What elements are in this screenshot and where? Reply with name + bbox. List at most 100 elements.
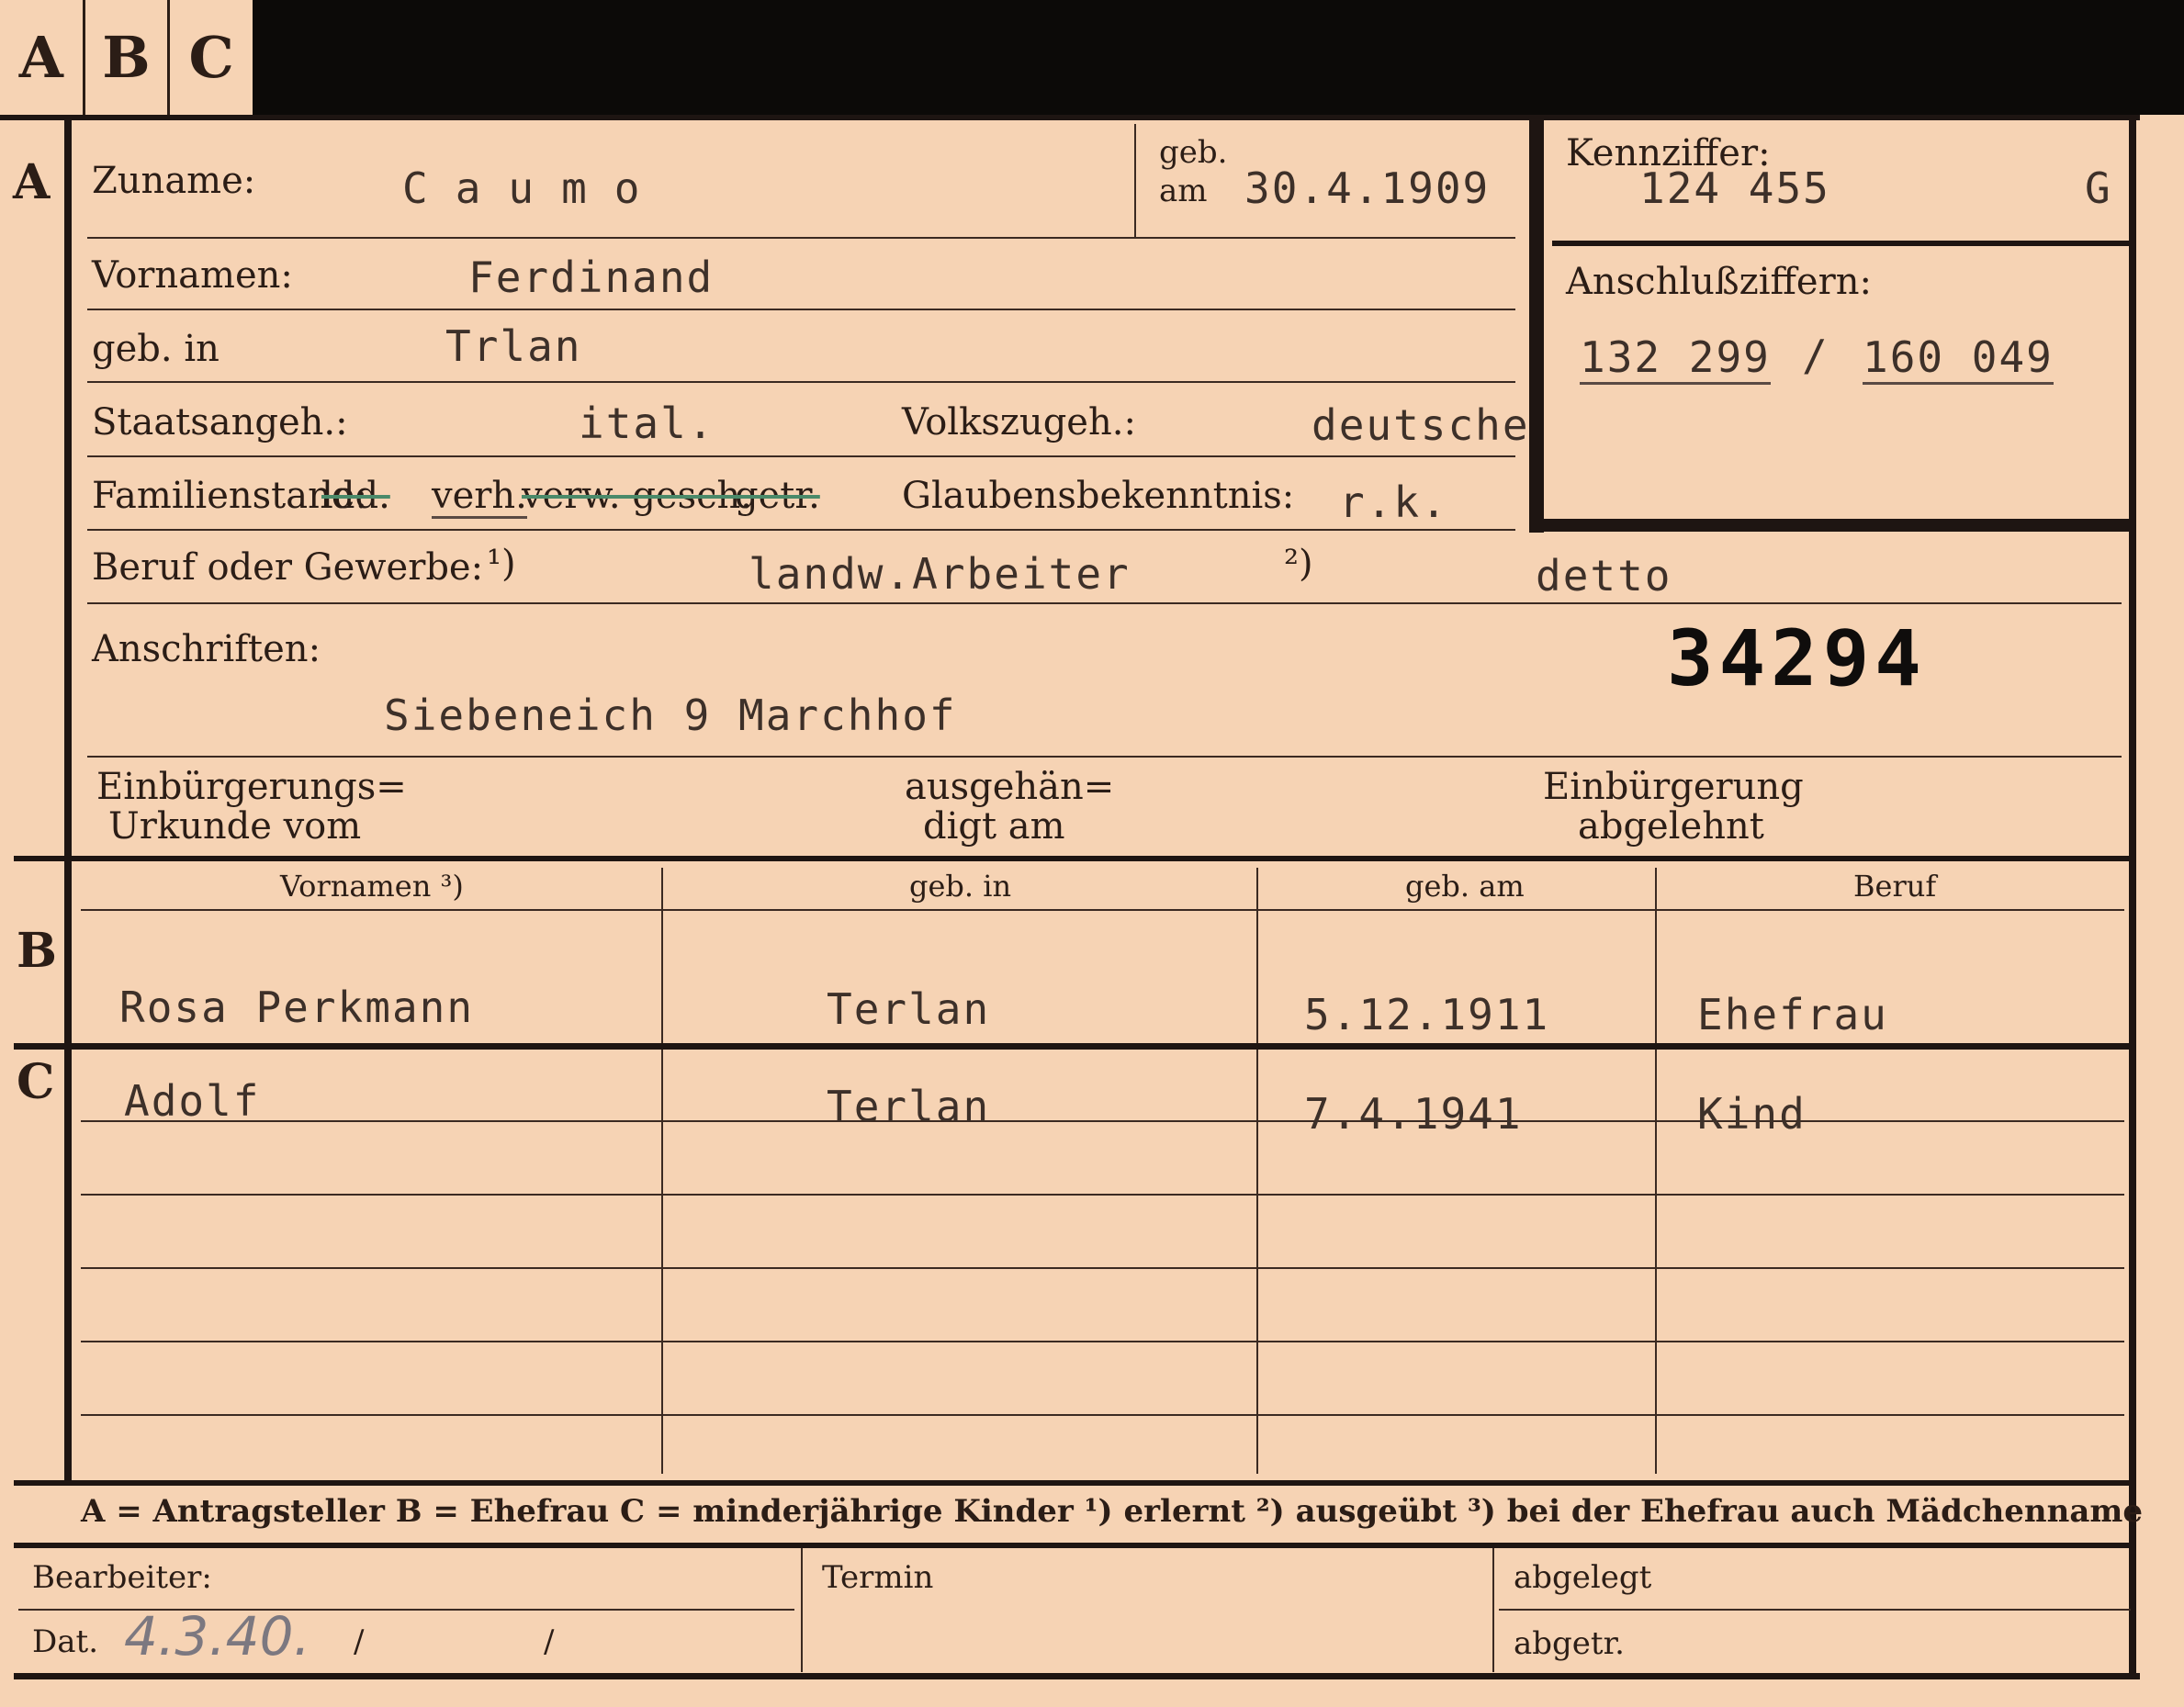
- familienstand-option-verh: verh.: [432, 475, 527, 519]
- rule: [87, 381, 1515, 383]
- value-kennziffer: 124 455: [1639, 163, 1830, 213]
- top-border: [0, 115, 2140, 120]
- label-termin: Termin: [822, 1559, 934, 1596]
- value-volkszugeh: deutsche: [1312, 400, 1530, 450]
- spouse-geb-am: 5.12.1911: [1304, 990, 1550, 1039]
- section-letter-c: C: [17, 1054, 55, 1110]
- rule: [87, 455, 1515, 457]
- section-letter-b: B: [17, 923, 57, 979]
- footnote-2-mark: ²): [1284, 543, 1313, 585]
- col-header-geb-am: geb. am: [1405, 869, 1525, 904]
- rule: [87, 602, 2122, 604]
- label-abgetr: abgetr.: [1514, 1625, 1625, 1662]
- label-dat: Dat.: [32, 1623, 99, 1660]
- value-staatsangeh: ital.: [579, 399, 715, 448]
- section-tabs: A B C: [0, 0, 253, 115]
- bottom-border: [14, 1673, 2140, 1679]
- footer-divider: [801, 1548, 803, 1672]
- child-vornamen: Adolf: [124, 1076, 261, 1126]
- label-anschriften: Anschriften:: [92, 628, 321, 670]
- value-glaube: r.k.: [1339, 477, 1448, 527]
- legend-top: [14, 1480, 2135, 1486]
- label-anschlussziffern: Anschlußziffern:: [1566, 261, 1872, 303]
- label-einb-abgelehnt-1: Einbürgerung: [1543, 766, 1804, 808]
- label-einb-urkunde-1: Einbürgerungs=: [96, 766, 407, 808]
- rule: [87, 756, 2122, 758]
- child-row-rule: [81, 1194, 2124, 1196]
- right-border: [2129, 115, 2136, 1676]
- rule: [87, 237, 1515, 239]
- label-bearbeiter: Bearbeiter:: [32, 1559, 212, 1596]
- label-staatsangeh: Staatsangeh.:: [92, 401, 348, 444]
- spouse-vornamen: Rosa Perkmann: [119, 983, 475, 1032]
- value-beruf-ausgeuebt: detto: [1536, 551, 1672, 601]
- tab-a: A: [0, 0, 85, 115]
- section-a-bottom: [14, 856, 2135, 861]
- kennziffer-box-left: [1529, 115, 1544, 533]
- value-anschrift: Siebeneich 9 Marchhof: [384, 691, 957, 740]
- stamp-number: 34294: [1667, 613, 1927, 703]
- label-geb: geb.: [1159, 134, 1228, 171]
- col-header-vornamen: Vornamen ³): [280, 869, 464, 904]
- footer-divider: [1492, 1548, 1494, 1672]
- rule: [1134, 124, 1136, 237]
- tab-b: B: [85, 0, 171, 115]
- label-am: am: [1159, 173, 1208, 209]
- left-border-bc: [64, 861, 72, 1486]
- legend-bottom: [14, 1543, 2135, 1548]
- col-divider: [661, 868, 663, 1474]
- label-volkszugeh: Volkszugeh.:: [902, 401, 1136, 444]
- dat-slash-2: /: [544, 1623, 555, 1660]
- label-beruf: Beruf oder Gewerbe:: [92, 546, 484, 589]
- child-geb-in: Terlan: [827, 1082, 991, 1131]
- kennziffer-box-bottom: [1529, 519, 2135, 532]
- col-header-beruf: Beruf: [1853, 869, 1937, 904]
- label-ausgehaen-1: ausgehän=: [905, 766, 1115, 808]
- kennziffer-divider: [1552, 241, 2129, 246]
- label-glaubensbekenntnis: Glaubensbekenntnis:: [902, 475, 1295, 517]
- child-beruf: Kind: [1697, 1089, 1807, 1139]
- familienstand-option-getr: getr.: [735, 475, 820, 517]
- child-row-rule: [81, 1414, 2124, 1416]
- index-card: A B C A B C Zuname: Caumo geb. am 30.4.1…: [0, 0, 2184, 1707]
- label-einb-abgelehnt-2: abgelehnt: [1578, 805, 1764, 848]
- section-letter-a: A: [13, 154, 51, 210]
- value-anschluss-1: 132 299: [1580, 332, 1771, 385]
- value-kennziffer-suffix: G: [2085, 163, 2112, 213]
- label-geb-in: geb. in: [92, 328, 220, 370]
- rule: [87, 309, 1515, 310]
- col-divider: [1256, 868, 1258, 1474]
- spouse-geb-in: Terlan: [827, 984, 991, 1034]
- child-row-rule: [81, 1120, 2124, 1122]
- dat-slash-1: /: [354, 1623, 365, 1660]
- value-anschluss-sep: /: [1802, 331, 1829, 380]
- child-row-rule: [81, 1267, 2124, 1269]
- col-header-geb-in: geb. in: [909, 869, 1012, 904]
- value-geb-in: Trlan: [445, 321, 582, 371]
- value-dat-handwritten: 4.3.40.: [124, 1605, 310, 1668]
- familienstand-option-led: led.: [321, 475, 390, 517]
- footnote-1-mark: ¹): [487, 543, 516, 585]
- value-anschluss-2: 160 049: [1863, 332, 2054, 385]
- label-einb-urkunde-2: Urkunde vom: [108, 805, 362, 848]
- label-abgelegt: abgelegt: [1514, 1559, 1652, 1596]
- scan-background-strip: [253, 0, 2184, 115]
- child-row-rule: [81, 1341, 2124, 1342]
- table-header-rule: [81, 909, 2124, 911]
- value-vornamen: Ferdinand: [468, 253, 715, 302]
- label-zuname: Zuname:: [92, 160, 256, 202]
- value-beruf-erlernt: landw.Arbeiter: [749, 549, 1131, 599]
- value-zuname: Caumo: [402, 163, 668, 213]
- legend-text: A = Antragsteller B = Ehefrau C = minder…: [81, 1493, 2143, 1530]
- rule: [87, 529, 1515, 531]
- label-ausgehaen-2: digt am: [923, 805, 1065, 848]
- label-vornamen: Vornamen:: [92, 254, 293, 297]
- section-b-bottom: [14, 1043, 2135, 1050]
- spouse-beruf: Ehefrau: [1697, 990, 1888, 1039]
- child-geb-am: 7.4.1941: [1304, 1089, 1523, 1139]
- value-geb-am: 30.4.1909: [1244, 163, 1491, 213]
- tab-c: C: [188, 24, 234, 91]
- familienstand-option-verw-gesch: verw. gesch.: [522, 475, 752, 517]
- rule: [1499, 1609, 2131, 1611]
- col-divider: [1655, 868, 1657, 1474]
